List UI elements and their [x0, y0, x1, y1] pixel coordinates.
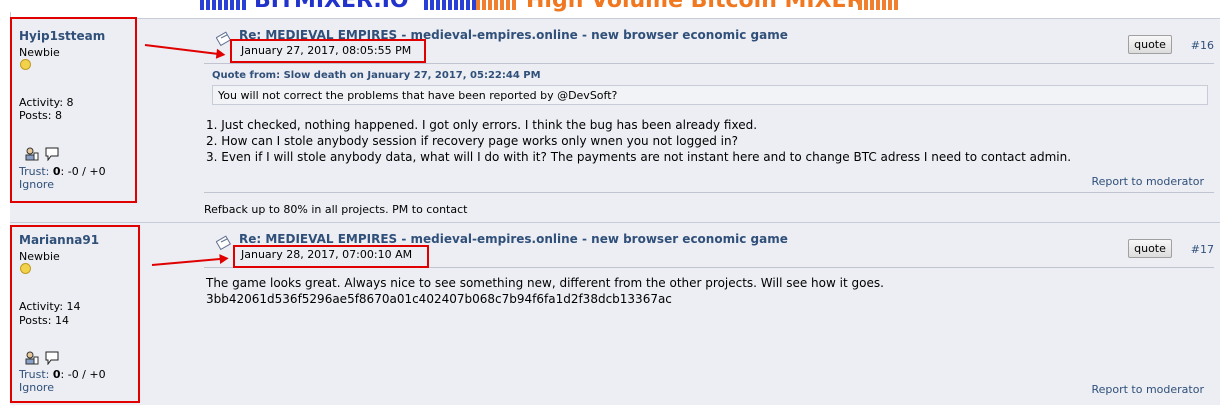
- highlight-box-author-1: [10, 17, 137, 203]
- signature-text: Refback up to 80% in all projects. PM to…: [204, 203, 468, 216]
- highlight-box-date-1: [230, 39, 426, 63]
- ad-banner[interactable]: BITMIXER.IO High Volume Bitcoin MIXER: [200, 0, 900, 12]
- banner-flag-left: [200, 0, 246, 10]
- post-number-link[interactable]: #17: [1191, 243, 1214, 256]
- forum-post: Marianna91 Newbie Activity: 14 Posts: 14…: [10, 222, 1220, 405]
- quote-button[interactable]: quote: [1128, 35, 1172, 54]
- report-to-moderator-link[interactable]: Report to moderator: [1091, 175, 1204, 188]
- highlight-box-date-2: [233, 245, 429, 268]
- post-text-line: 3bb42061d536f5296ae5f8670a01c402407b068c…: [206, 292, 672, 306]
- banner-flag-mid-blue: [424, 0, 476, 10]
- banner-flag-right: [858, 0, 900, 10]
- post-subject-link[interactable]: Re: MEDIEVAL EMPIRES - medieval-empires.…: [239, 232, 788, 246]
- banner-text-right[interactable]: High Volume Bitcoin MIXER: [526, 0, 864, 12]
- report-to-moderator-link[interactable]: Report to moderator: [1091, 383, 1204, 396]
- post-icon: [216, 235, 232, 251]
- banner-text-left[interactable]: BITMIXER.IO: [254, 0, 409, 12]
- highlight-box-author-2: [10, 225, 140, 403]
- quote-button[interactable]: quote: [1128, 239, 1172, 258]
- post-divider: [204, 63, 1214, 64]
- banner-flag-mid-orange: [476, 0, 518, 10]
- post-text-line: 1. Just checked, nothing happened. I got…: [206, 118, 758, 132]
- signature-divider: [204, 192, 1214, 193]
- post-text-line: 2. How can I stole anybody session if re…: [206, 134, 738, 148]
- post-text-line: The game looks great. Always nice to see…: [206, 276, 884, 290]
- forum-post: Hyip1stteam Newbie Activity: 8 Posts: 8 …: [10, 18, 1220, 222]
- post-number-link[interactable]: #16: [1191, 39, 1214, 52]
- quote-box: You will not correct the problems that h…: [212, 85, 1208, 105]
- quote-header-link[interactable]: Quote from: Slow death on January 27, 20…: [212, 70, 541, 81]
- post-text-line: 3. Even if I will stole anybody data, wh…: [206, 150, 1072, 164]
